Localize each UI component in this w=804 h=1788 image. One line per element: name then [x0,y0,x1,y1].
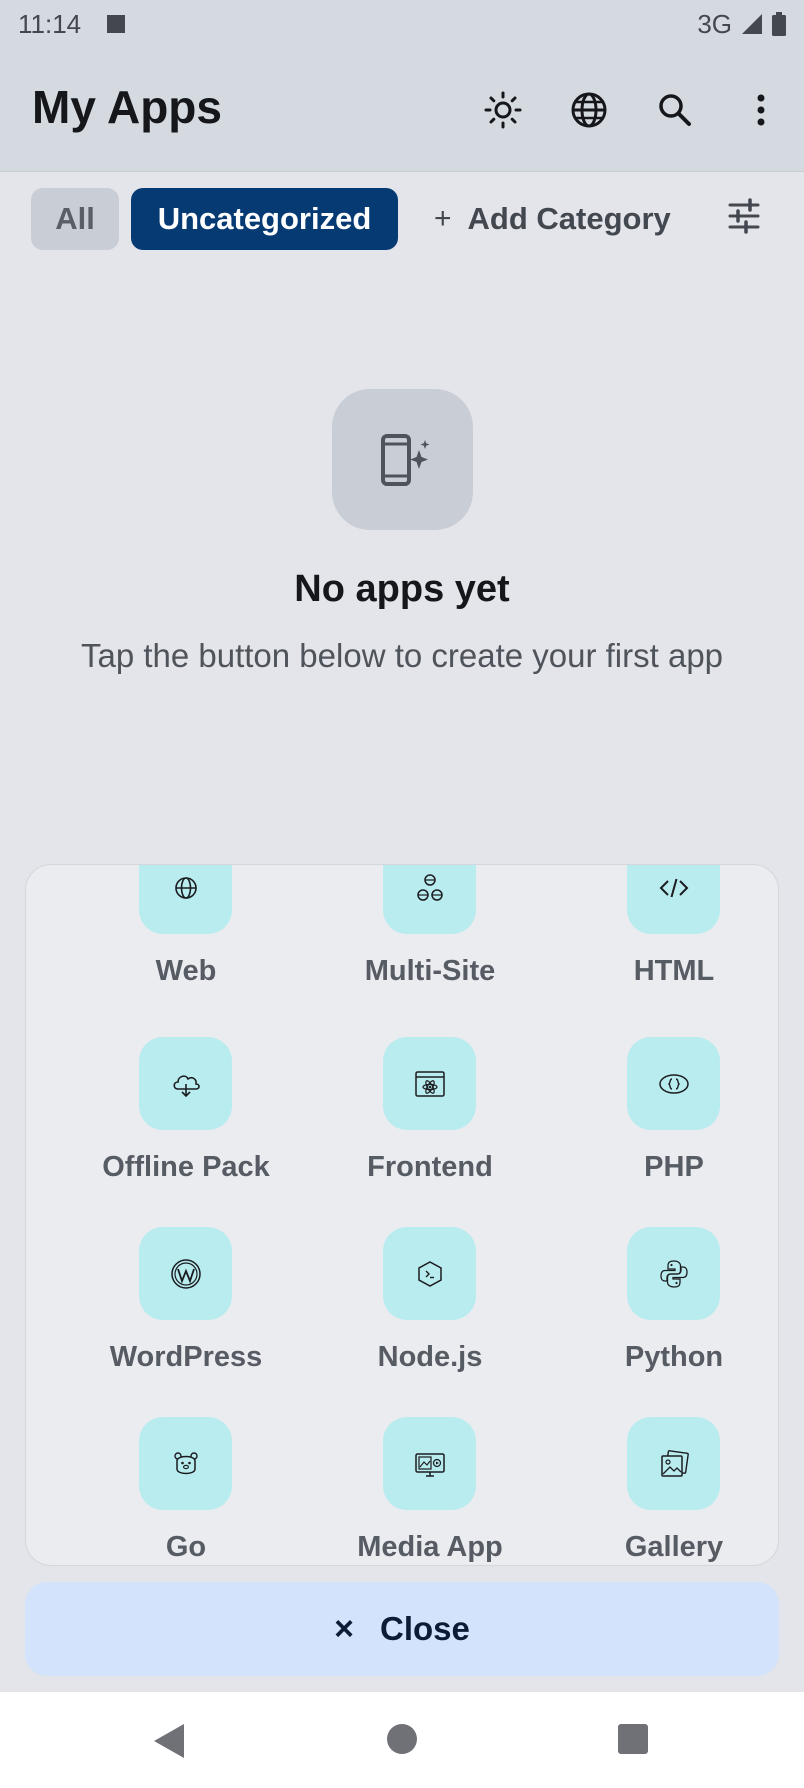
network-type: 3G [697,8,732,39]
home-icon[interactable] [387,1724,417,1754]
app-type-media-app[interactable]: Media App [308,1417,548,1565]
empty-state-subtitle: Tap the button below to create your firs… [80,637,724,674]
gallery-icon [660,1449,689,1477]
type-label: Go [165,1531,207,1563]
multi-globe-icon [416,873,443,901]
system-nav-bar [0,1692,804,1788]
app-type-web[interactable]: Web [64,865,304,1021]
plus-icon: + [434,202,452,235]
tune-icon[interactable] [724,196,764,236]
python-icon [659,1259,688,1288]
type-label: Gallery [624,1531,724,1563]
type-tile [383,1037,476,1130]
app-type-html[interactable]: HTML [552,865,778,1021]
nodejs-icon [417,1260,442,1287]
type-tile [383,1417,476,1510]
theme-toggle-button[interactable] [460,67,546,153]
type-label: Node.js [377,1341,483,1373]
search-icon [659,94,691,126]
app-type-multi-site[interactable]: Multi-Site [308,865,548,1021]
type-tile [627,1227,720,1320]
php-icon [658,1073,689,1094]
chip-uncategorized[interactable]: Uncategorized [131,188,398,250]
signal-icon [742,14,762,34]
cloud-download-icon [172,1074,200,1097]
type-tile [383,865,476,934]
empty-state-title: No apps yet [294,568,510,610]
type-tile [627,865,720,934]
more-options-button[interactable] [718,67,804,153]
search-button[interactable] [632,67,718,153]
more-vertical-icon [757,94,765,126]
app-type-python[interactable]: Python [552,1227,778,1407]
code-icon [659,878,688,897]
type-label: Multi-Site [364,955,496,987]
battery-icon [772,12,786,36]
type-label: Web [155,955,217,987]
app-type-offline-pack[interactable]: Offline Pack [64,1037,304,1217]
type-label: WordPress [109,1341,263,1373]
type-tile [627,1417,720,1510]
phone-sparkle-icon [380,433,429,486]
recents-icon[interactable] [618,1724,648,1754]
type-tile [139,1417,232,1510]
type-tile [627,1037,720,1130]
type-tile [139,865,232,934]
wordpress-icon [170,1258,201,1289]
app-type-frontend[interactable]: Frontend [308,1037,548,1217]
sun-icon [484,91,522,129]
type-label: Python [624,1341,724,1373]
type-tile [139,1037,232,1130]
close-icon: × [334,1609,354,1648]
app-type-php[interactable]: PHP [552,1037,778,1217]
status-bar: 11:14 3G [0,0,804,48]
media-icon [414,1452,445,1477]
notification-stop-icon [107,15,126,33]
type-label: Frontend [367,1151,493,1183]
type-label: Offline Pack [102,1151,270,1183]
app-type-sheet[interactable]: Web Multi-Site HTML Offline Pack Fronten… [25,864,779,1566]
app-type-go[interactable]: Go [64,1417,304,1565]
add-category-label: Add Category [467,201,671,236]
status-time: 11:14 [18,8,82,39]
app-type-wordpress[interactable]: WordPress [64,1227,304,1407]
language-button[interactable] [546,67,632,153]
globe-icon [174,876,197,899]
empty-state-icon-box [332,389,473,530]
page-title: My Apps [32,81,222,133]
globe-icon [571,92,607,128]
header: 11:14 3G My Apps [0,0,804,172]
app-type-nodejs[interactable]: Node.js [308,1227,548,1407]
type-label: Media App [357,1531,503,1563]
close-label: Close [379,1610,470,1647]
close-button[interactable]: × Close [25,1582,779,1676]
chip-all[interactable]: All [31,188,119,250]
back-icon[interactable] [152,1722,186,1760]
type-tile [139,1227,232,1320]
app-bar: My Apps [0,48,804,172]
type-label: HTML [633,955,715,987]
app-type-gallery[interactable]: Gallery [552,1417,778,1565]
gopher-icon [173,1451,198,1474]
type-label: PHP [644,1151,704,1183]
add-category-button[interactable]: + Add Category [434,188,684,250]
type-tile [383,1227,476,1320]
react-window-icon [414,1070,445,1097]
category-chips: All Uncategorized + Add Category [0,172,804,264]
